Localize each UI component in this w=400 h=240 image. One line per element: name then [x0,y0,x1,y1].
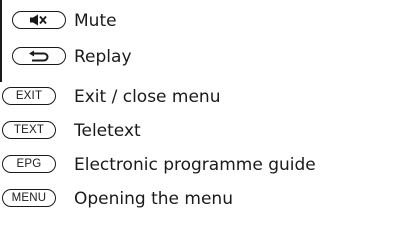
margin-rule [0,0,2,82]
legend-label-epg: Electronic programme guide [74,155,316,175]
mute-key[interactable] [12,11,66,29]
legend-label-exit: Exit / close menu [74,87,221,107]
exit-key[interactable]: EXIT [2,87,56,105]
menu-key[interactable]: MENU [2,189,56,207]
replay-key[interactable] [12,47,66,65]
speaker-mute-icon [28,14,50,26]
return-arrow-icon [27,50,51,62]
teletext-key[interactable]: TEXT [2,121,56,139]
legend-label-mute: Mute [74,11,117,31]
legend-label-teletext: Teletext [74,121,141,141]
legend-label-replay: Replay [74,47,132,67]
legend-label-menu: Opening the menu [74,189,233,209]
epg-key[interactable]: EPG [2,155,56,173]
